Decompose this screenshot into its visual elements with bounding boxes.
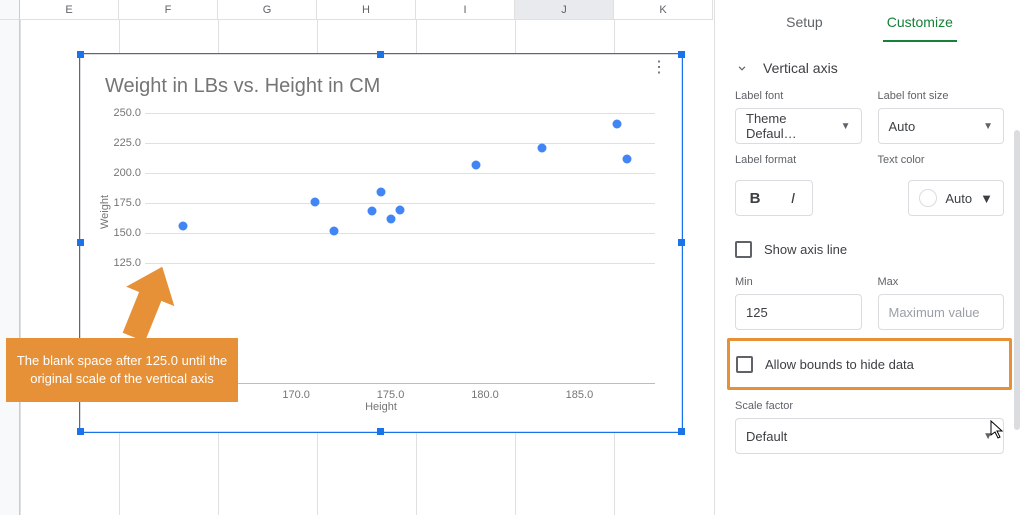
label-font-dropdown[interactable]: Theme Defaul… ▼ bbox=[735, 108, 862, 144]
column-header[interactable]: G bbox=[218, 0, 317, 20]
max-input[interactable]: Maximum value bbox=[878, 294, 1005, 330]
column-header[interactable]: H bbox=[317, 0, 416, 20]
caret-down-icon: ▼ bbox=[983, 121, 993, 132]
data-point[interactable] bbox=[396, 206, 405, 215]
data-point[interactable] bbox=[622, 154, 631, 163]
caret-down-icon: ▼ bbox=[841, 121, 851, 132]
show-axis-line-row[interactable]: Show axis line bbox=[735, 230, 1004, 268]
tab-setup[interactable]: Setup bbox=[782, 6, 827, 42]
section-title: Vertical axis bbox=[763, 60, 838, 76]
column-header[interactable]: J bbox=[515, 0, 614, 20]
tab-customize[interactable]: Customize bbox=[883, 6, 957, 42]
caret-down-icon: ▼ bbox=[980, 191, 993, 206]
x-tick-label: 170.0 bbox=[282, 389, 310, 401]
checkbox-icon[interactable] bbox=[736, 356, 753, 373]
gridline bbox=[145, 233, 655, 234]
label-font-size-value: Auto bbox=[889, 119, 916, 134]
spreadsheet-canvas[interactable]: EFGHIJK Weight in LBs vs. Height in CM ⋮… bbox=[0, 0, 712, 515]
min-value: 125 bbox=[746, 305, 768, 320]
x-axis-label: Height bbox=[81, 401, 681, 413]
column-header[interactable]: E bbox=[20, 0, 119, 20]
row-gutter bbox=[0, 20, 20, 515]
x-tick-label: 185.0 bbox=[566, 389, 594, 401]
allow-bounds-row[interactable]: Allow bounds to hide data bbox=[736, 345, 1003, 383]
text-color-dropdown[interactable]: Auto ▼ bbox=[908, 180, 1004, 216]
data-point[interactable] bbox=[471, 160, 480, 169]
y-tick-label: 250.0 bbox=[113, 107, 141, 119]
allow-bounds-label: Allow bounds to hide data bbox=[765, 357, 914, 372]
data-point[interactable] bbox=[386, 214, 395, 223]
y-tick-label: 225.0 bbox=[113, 137, 141, 149]
resize-handle[interactable] bbox=[678, 51, 685, 58]
y-tick-label: 150.0 bbox=[113, 227, 141, 239]
gridline bbox=[145, 143, 655, 144]
y-axis-label: Weight bbox=[99, 195, 111, 229]
bold-button[interactable]: B bbox=[736, 181, 774, 215]
chart-title[interactable]: Weight in LBs vs. Height in CM bbox=[105, 75, 380, 98]
min-label: Min bbox=[735, 276, 862, 288]
scale-factor-dropdown[interactable]: Default ▼ bbox=[735, 418, 1004, 454]
resize-handle[interactable] bbox=[377, 428, 384, 435]
max-label: Max bbox=[878, 276, 1005, 288]
data-point[interactable] bbox=[178, 221, 187, 230]
sidebar-tabs: Setup Customize bbox=[735, 0, 1004, 42]
data-point[interactable] bbox=[367, 207, 376, 216]
text-color-value: Auto bbox=[945, 191, 972, 206]
resize-handle[interactable] bbox=[77, 428, 84, 435]
chart-menu-icon[interactable]: ⋮ bbox=[651, 65, 667, 71]
italic-button[interactable]: I bbox=[774, 181, 812, 215]
data-point[interactable] bbox=[613, 119, 622, 128]
gridline bbox=[145, 173, 655, 174]
data-point[interactable] bbox=[377, 188, 386, 197]
scale-factor-value: Default bbox=[746, 429, 787, 444]
format-bold-italic[interactable]: B I bbox=[735, 180, 813, 216]
label-format-label: Label format bbox=[735, 154, 862, 166]
x-tick-label: 180.0 bbox=[471, 389, 499, 401]
x-tick-label: 175.0 bbox=[377, 389, 405, 401]
data-point[interactable] bbox=[537, 143, 546, 152]
gridline bbox=[145, 113, 655, 114]
resize-handle[interactable] bbox=[678, 239, 685, 246]
min-input[interactable]: 125 bbox=[735, 294, 862, 330]
gridline bbox=[145, 263, 655, 264]
column-header[interactable]: K bbox=[614, 0, 713, 20]
section-vertical-axis[interactable]: Vertical axis bbox=[735, 42, 1004, 90]
data-point[interactable] bbox=[311, 197, 320, 206]
y-tick-label: 175.0 bbox=[113, 197, 141, 209]
max-placeholder: Maximum value bbox=[889, 305, 980, 320]
resize-handle[interactable] bbox=[377, 51, 384, 58]
sidebar-scrollbar[interactable] bbox=[1014, 130, 1020, 430]
data-point[interactable] bbox=[329, 226, 338, 235]
label-font-size-dropdown[interactable]: Auto ▼ bbox=[878, 108, 1005, 144]
checkbox-icon[interactable] bbox=[735, 241, 752, 258]
resize-handle[interactable] bbox=[77, 51, 84, 58]
callout-text: The blank space after 125.0 until the or… bbox=[17, 353, 227, 386]
mouse-cursor-icon bbox=[990, 420, 1006, 445]
column-headers: EFGHIJK bbox=[0, 0, 712, 20]
label-font-size-label: Label font size bbox=[878, 90, 1005, 102]
chart-editor-sidebar: Setup Customize Vertical axis Label font… bbox=[714, 0, 1024, 515]
label-font-value: Theme Defaul… bbox=[746, 111, 841, 141]
annotation-callout: The blank space after 125.0 until the or… bbox=[6, 338, 238, 402]
y-tick-label: 200.0 bbox=[113, 167, 141, 179]
chevron-down-icon bbox=[735, 61, 749, 75]
color-swatch-icon bbox=[919, 189, 937, 207]
text-color-label: Text color bbox=[878, 154, 1005, 166]
resize-handle[interactable] bbox=[77, 239, 84, 246]
scale-factor-label: Scale factor bbox=[735, 400, 1004, 412]
highlighted-option: Allow bounds to hide data bbox=[727, 338, 1012, 390]
column-header[interactable]: I bbox=[416, 0, 515, 20]
label-font-label: Label font bbox=[735, 90, 862, 102]
column-header[interactable]: F bbox=[119, 0, 218, 20]
resize-handle[interactable] bbox=[678, 428, 685, 435]
show-axis-line-label: Show axis line bbox=[764, 242, 847, 257]
gridline bbox=[145, 203, 655, 204]
corner-cell bbox=[0, 0, 20, 20]
